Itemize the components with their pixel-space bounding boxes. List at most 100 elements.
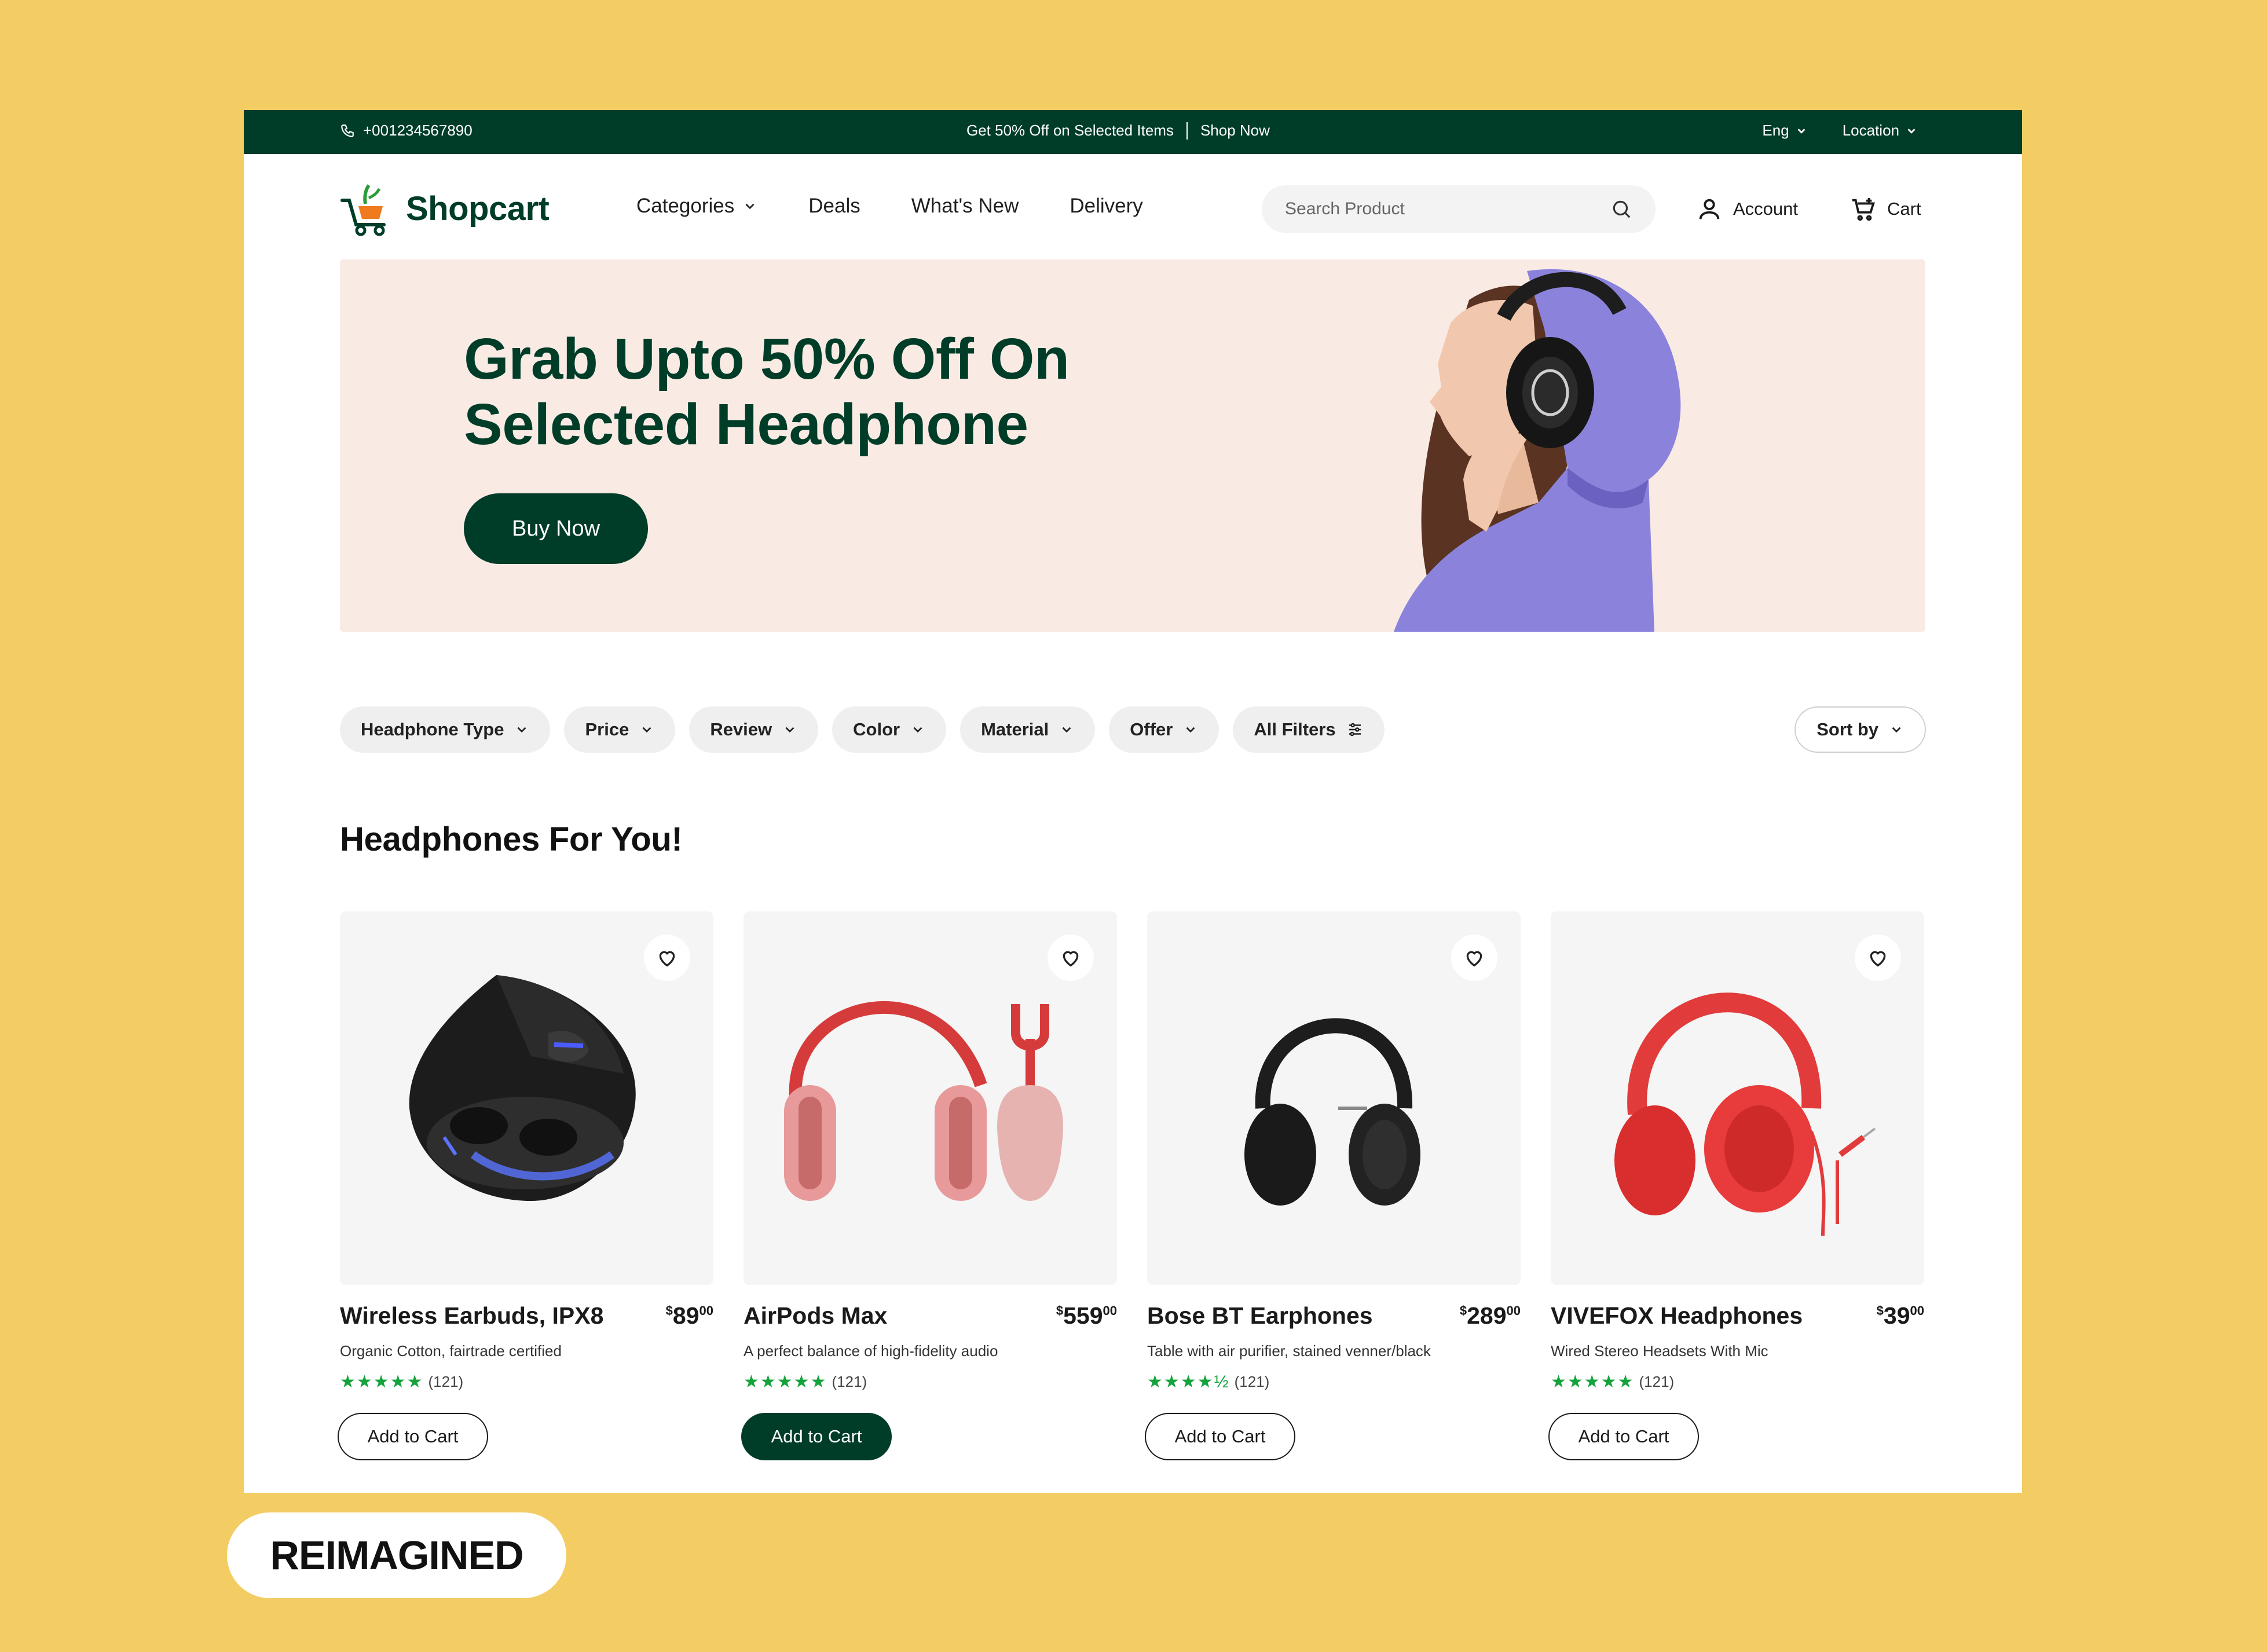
add-to-cart-button[interactable]: Add to Cart bbox=[338, 1413, 488, 1460]
sliders-icon bbox=[1349, 723, 1361, 737]
cart-label: Cart bbox=[1887, 199, 1921, 219]
location-label: Location bbox=[1842, 122, 1899, 139]
chevron-down-icon bbox=[745, 203, 755, 210]
product-name[interactable]: VIVEFOX Headphones bbox=[1551, 1302, 1803, 1329]
reimagined-badge: REIMAGINED bbox=[227, 1512, 566, 1598]
account-label: Account bbox=[1733, 199, 1799, 219]
buy-now-button[interactable]: Buy Now bbox=[464, 493, 648, 564]
phone-info: +001234567890 bbox=[340, 122, 473, 140]
star-icons: ★★★★★ bbox=[340, 1372, 424, 1391]
search-input[interactable] bbox=[1285, 199, 1586, 219]
review-count: (121) bbox=[832, 1373, 867, 1390]
user-icon bbox=[1699, 199, 1720, 219]
shop-now-link[interactable]: Shop Now bbox=[1200, 122, 1270, 140]
filter-label: Color bbox=[853, 719, 900, 739]
product-description: Wired Stereo Headsets With Mic bbox=[1551, 1342, 1768, 1360]
nav-whats-new[interactable]: What's New bbox=[911, 195, 1019, 218]
hero-title-line1: Grab Upto 50% Off On bbox=[464, 327, 1070, 391]
filter-price[interactable]: Price bbox=[564, 706, 676, 753]
review-count: (121) bbox=[428, 1373, 464, 1390]
cart-button[interactable]: Cart bbox=[1850, 196, 1921, 222]
logo-text: Shopcart bbox=[406, 189, 550, 228]
hero-model-image bbox=[1394, 269, 1681, 632]
price-cents: 00 bbox=[1103, 1303, 1117, 1318]
product-name[interactable]: AirPods Max bbox=[744, 1302, 887, 1329]
main-nav: Categories Deals What's New Delivery bbox=[636, 195, 1143, 218]
product-card[interactable]: Wireless Earbuds, IPX8 $89 00 Organic Cot… bbox=[338, 911, 713, 1460]
product-name[interactable]: Bose BT Earphones bbox=[1147, 1302, 1373, 1329]
wishlist-button[interactable] bbox=[1855, 935, 1901, 981]
page-frame: +001234567890 Get 50% Off on Selected It… bbox=[244, 110, 2022, 1493]
product-description: Table with air purifier, stained venner/… bbox=[1147, 1342, 1431, 1360]
product-name[interactable]: Wireless Earbuds, IPX8 bbox=[340, 1302, 603, 1329]
price-value: 289 bbox=[1467, 1302, 1507, 1329]
price-value: 559 bbox=[1063, 1302, 1103, 1329]
price-currency: $ bbox=[1459, 1303, 1467, 1318]
star-icons: ★★★★★ bbox=[744, 1372, 827, 1391]
product-price: $39 00 bbox=[1877, 1302, 1924, 1329]
product-image[interactable] bbox=[744, 911, 1117, 1285]
nav-deals[interactable]: Deals bbox=[808, 195, 860, 218]
filter-color[interactable]: Color bbox=[832, 706, 947, 753]
product-image[interactable] bbox=[1551, 911, 1924, 1285]
price-value: 39 bbox=[1883, 1302, 1910, 1329]
wishlist-button[interactable] bbox=[644, 935, 690, 981]
heart-icon bbox=[659, 951, 675, 967]
nav-delivery[interactable]: Delivery bbox=[1070, 195, 1142, 218]
filter-label: All Filters bbox=[1254, 719, 1336, 739]
nav-categories[interactable]: Categories bbox=[636, 195, 757, 218]
phone-icon bbox=[341, 124, 354, 137]
review-count: (121) bbox=[1234, 1373, 1270, 1390]
account-button[interactable]: Account bbox=[1696, 196, 1798, 222]
nav-categories-label: Categories bbox=[636, 195, 735, 217]
search-icon[interactable] bbox=[1610, 198, 1632, 220]
chevron-down-icon bbox=[1907, 128, 1916, 134]
filter-label: Material bbox=[981, 719, 1049, 739]
review-count: (121) bbox=[1639, 1373, 1675, 1390]
product-price: $289 00 bbox=[1460, 1302, 1521, 1329]
product-rating: ★★★★★ (121) bbox=[1551, 1372, 1924, 1392]
filter-bar: Headphone Type Price Review Color Materi… bbox=[340, 706, 1385, 753]
location-select[interactable]: Location bbox=[1843, 122, 1918, 140]
product-description: A perfect balance of high-fidelity audio bbox=[744, 1342, 998, 1360]
product-card[interactable]: Bose BT Earphones $289 00 Table with air … bbox=[1145, 911, 1521, 1460]
price-cents: 00 bbox=[1910, 1303, 1924, 1318]
filter-offer[interactable]: Offer bbox=[1109, 706, 1219, 753]
phone-number: +001234567890 bbox=[363, 122, 473, 139]
price-cents: 00 bbox=[699, 1303, 713, 1318]
filter-review[interactable]: Review bbox=[689, 706, 819, 753]
star-icons: ★★★★★ bbox=[1551, 1372, 1635, 1391]
product-image[interactable] bbox=[340, 911, 713, 1285]
hero-title: Grab Upto 50% Off On Selected Headphone bbox=[464, 327, 1274, 457]
filter-material[interactable]: Material bbox=[960, 706, 1096, 753]
top-bar: +001234567890 Get 50% Off on Selected It… bbox=[244, 110, 2022, 154]
product-rating: ★★★★½ (121) bbox=[1147, 1372, 1521, 1392]
chevron-down-icon bbox=[913, 727, 922, 733]
add-to-cart-button[interactable]: Add to Cart bbox=[1548, 1413, 1699, 1460]
filter-label: Offer bbox=[1130, 719, 1173, 739]
filter-all-filters[interactable]: All Filters bbox=[1233, 706, 1385, 753]
product-card[interactable]: AirPods Max $559 00 A perfect balance of … bbox=[741, 911, 1117, 1460]
add-to-cart-button[interactable]: Add to Cart bbox=[1145, 1413, 1295, 1460]
language-select[interactable]: Eng bbox=[1762, 122, 1807, 140]
product-description: Organic Cotton, fairtrade certified bbox=[340, 1342, 562, 1360]
wishlist-button[interactable] bbox=[1048, 935, 1094, 981]
heart-icon bbox=[1466, 951, 1482, 967]
promo-divider bbox=[1186, 122, 1188, 140]
hero-title-line2: Selected Headphone bbox=[464, 392, 1028, 457]
product-price: $89 00 bbox=[666, 1302, 713, 1329]
search-bar bbox=[1262, 185, 1656, 233]
cart-logo-icon bbox=[340, 184, 386, 236]
logo[interactable]: Shopcart bbox=[339, 181, 550, 236]
wishlist-button[interactable] bbox=[1451, 935, 1497, 981]
price-currency: $ bbox=[1876, 1303, 1884, 1318]
filter-label: Price bbox=[585, 719, 629, 739]
filter-headphone-type[interactable]: Headphone Type bbox=[340, 706, 551, 753]
sort-by-dropdown[interactable]: Sort by bbox=[1794, 706, 1926, 753]
add-to-cart-button[interactable]: Add to Cart bbox=[741, 1413, 892, 1460]
section-title: Headphones For You! bbox=[340, 820, 683, 858]
filter-label: Headphone Type bbox=[361, 719, 504, 739]
product-image[interactable] bbox=[1147, 911, 1521, 1285]
price-currency: $ bbox=[1056, 1303, 1064, 1318]
product-card[interactable]: VIVEFOX Headphones $39 00 Wired Stereo He… bbox=[1548, 911, 1924, 1460]
